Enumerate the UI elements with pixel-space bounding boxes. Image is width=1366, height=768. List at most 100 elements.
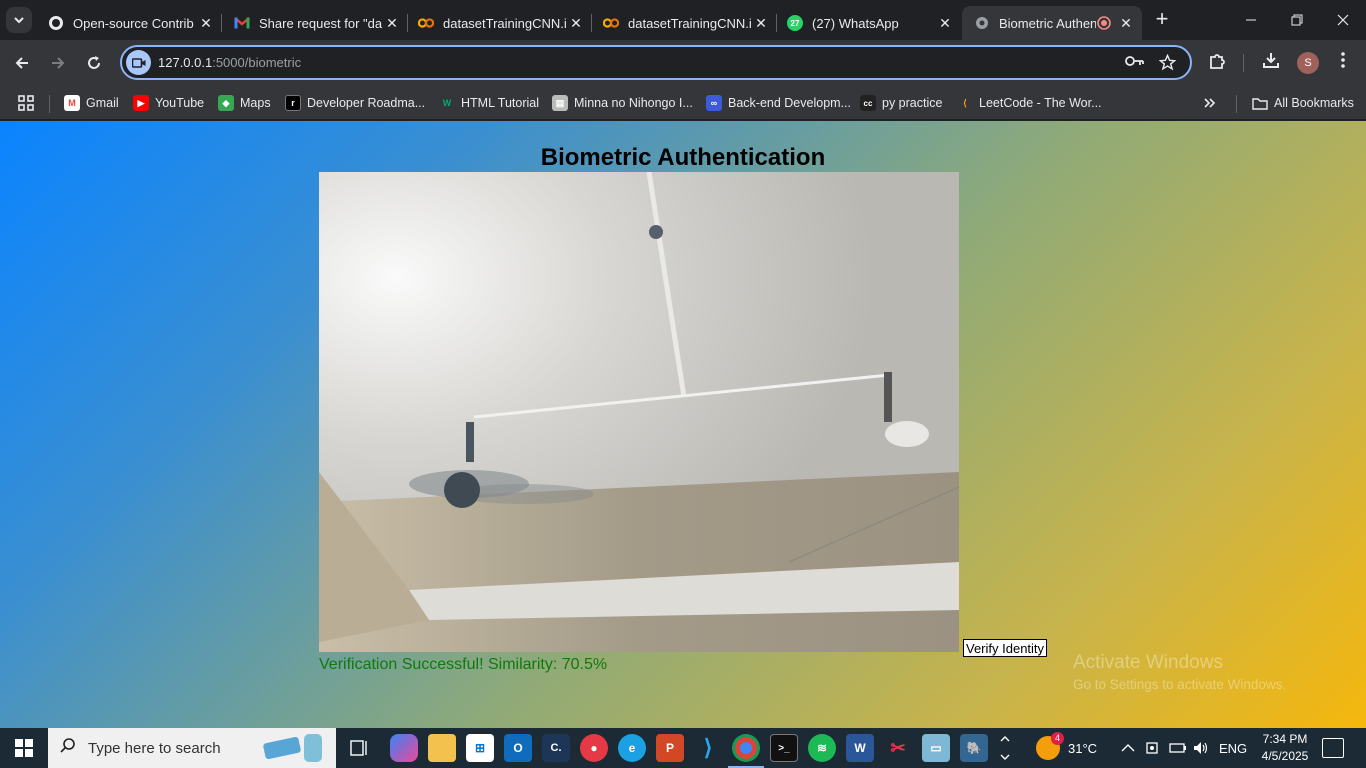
chevron-down-icon xyxy=(14,17,24,24)
extensions-puzzle-icon[interactable] xyxy=(1208,51,1228,76)
tab-title: Open-source Contrib xyxy=(73,15,194,31)
github-icon xyxy=(48,15,64,31)
reload-button[interactable] xyxy=(80,49,108,77)
url-text[interactable]: 127.0.0.1:5000/biometric xyxy=(158,55,301,70)
spotify-icon[interactable]: ≋ xyxy=(808,734,836,762)
forward-button[interactable] xyxy=(44,49,72,77)
windows-taskbar: Type here to search ⊞ O C. ● e P ⟩ >_ ≋ … xyxy=(0,728,1366,768)
bookmark-roadmap[interactable]: r Developer Roadma... xyxy=(285,93,425,113)
copilot-icon[interactable] xyxy=(390,734,418,762)
close-icon[interactable]: ✕ xyxy=(937,15,953,32)
volume-icon[interactable] xyxy=(1193,728,1209,768)
activate-windows-watermark: Activate Windows xyxy=(1073,652,1223,673)
close-icon[interactable]: ✕ xyxy=(198,15,214,32)
close-icon[interactable]: ✕ xyxy=(568,15,584,32)
tab-whatsapp[interactable]: 27 (27) WhatsApp ✕ xyxy=(775,6,961,40)
gmail-icon xyxy=(234,15,250,31)
apps-grid-icon[interactable] xyxy=(18,93,34,113)
close-window-button[interactable] xyxy=(1320,0,1366,40)
more-bookmarks-chevron-icon[interactable] xyxy=(1204,93,1216,113)
windows-logo-icon xyxy=(15,739,33,757)
eclipse-ide-icon[interactable]: C. xyxy=(542,734,570,762)
microsoft-store-icon[interactable]: ⊞ xyxy=(466,734,494,762)
close-icon[interactable]: ✕ xyxy=(1118,15,1134,32)
webcam-video-frame xyxy=(319,172,959,652)
system-clock[interactable]: 7:34 PM 4/5/2025 xyxy=(1257,731,1313,765)
minimize-icon xyxy=(1246,19,1256,21)
bookmarks-divider xyxy=(1236,95,1237,113)
tab-colab-2[interactable]: datasetTrainingCNN.i ✕ xyxy=(591,6,777,40)
bookmark-backend[interactable]: ∞ Back-end Developm... xyxy=(706,93,851,113)
close-icon[interactable]: ✕ xyxy=(753,15,769,32)
bookmark-label: YouTube xyxy=(155,96,205,110)
bookmark-py-practice[interactable]: cc py practice xyxy=(860,93,942,113)
camera-in-use-icon[interactable] xyxy=(126,50,151,75)
bookmark-label: Developer Roadma... xyxy=(307,96,426,110)
bookmark-label: Back-end Developm... xyxy=(728,96,851,110)
password-key-icon[interactable] xyxy=(1125,54,1145,73)
page-content: Biometric Authentication Verify Identity… xyxy=(0,121,1366,728)
tab-share-request[interactable]: Share request for "da ✕ xyxy=(222,6,408,40)
terminal-icon[interactable]: >_ xyxy=(770,734,798,762)
roadmap-icon: r xyxy=(285,95,301,111)
taskbar-scroll-icon[interactable] xyxy=(1000,728,1012,768)
address-bar[interactable]: 127.0.0.1:5000/biometric xyxy=(120,45,1192,80)
youtube-icon: ▶ xyxy=(133,95,149,111)
bookmark-star-icon[interactable] xyxy=(1158,53,1177,76)
tab-search-button[interactable] xyxy=(6,7,32,33)
verify-identity-button[interactable]: Verify Identity xyxy=(963,639,1048,657)
notepad-icon[interactable]: ▭ xyxy=(922,734,950,762)
word-icon[interactable]: W xyxy=(846,734,874,762)
tab-title: datasetTrainingCNN.i xyxy=(628,15,752,31)
all-bookmarks[interactable]: All Bookmarks xyxy=(1252,93,1354,113)
bookmark-label: LeetCode - The Wor... xyxy=(979,96,1102,110)
bookmark-gmail[interactable]: M Gmail xyxy=(64,93,119,113)
tab-title: Share request for "da xyxy=(259,15,383,31)
tab-biometric[interactable]: Biometric Authen ✕ xyxy=(962,6,1142,40)
notification-center-icon[interactable] xyxy=(1322,738,1344,758)
bookmark-label: HTML Tutorial xyxy=(461,96,540,110)
outlook-icon[interactable]: O xyxy=(504,734,532,762)
restore-button[interactable] xyxy=(1274,0,1320,40)
tab-strip: Open-source Contrib ✕ Share request for … xyxy=(0,0,1366,40)
language-indicator[interactable]: ENG xyxy=(1219,728,1247,768)
bookmark-youtube[interactable]: ▶ YouTube xyxy=(133,93,204,113)
back-button[interactable] xyxy=(8,49,36,77)
file-explorer-icon[interactable] xyxy=(428,734,456,762)
menu-kebab-icon[interactable] xyxy=(1340,51,1346,74)
battery-icon[interactable] xyxy=(1169,728,1187,768)
gmail-icon: M xyxy=(64,95,80,111)
bookmark-html-tutorial[interactable]: W HTML Tutorial xyxy=(439,93,539,113)
meet-now-icon[interactable] xyxy=(1145,728,1161,768)
show-hidden-icons[interactable] xyxy=(1121,728,1135,768)
tab-colab-1[interactable]: datasetTrainingCNN.i ✕ xyxy=(406,6,592,40)
whatsapp-icon: 27 xyxy=(787,15,803,31)
close-icon[interactable]: ✕ xyxy=(384,15,400,32)
bookmark-minna[interactable]: ▤ Minna no Nihongo I... xyxy=(552,93,693,113)
minimize-button[interactable] xyxy=(1228,0,1274,40)
profile-avatar[interactable]: S xyxy=(1297,52,1319,74)
weather-widget[interactable]: 4 31°C xyxy=(1036,728,1097,768)
taskbar-search[interactable]: Type here to search xyxy=(48,728,336,768)
new-tab-button[interactable]: + xyxy=(1150,8,1174,32)
search-icon xyxy=(60,737,76,758)
tab-title: datasetTrainingCNN.i xyxy=(443,15,567,31)
bookmark-label: Minna no Nihongo I... xyxy=(574,96,693,110)
task-view-icon[interactable] xyxy=(346,734,374,762)
start-button[interactable] xyxy=(0,728,48,768)
tab-open-source[interactable]: Open-source Contrib ✕ xyxy=(36,6,222,40)
bookmark-label: Maps xyxy=(240,96,271,110)
page-title: Biometric Authentication xyxy=(540,144,826,171)
bookmark-leetcode[interactable]: ⟨ LeetCode - The Wor... xyxy=(957,93,1102,113)
tab-title: Biometric Authen xyxy=(999,15,1096,31)
tab-title: (27) WhatsApp xyxy=(812,15,899,31)
edge-browser-icon[interactable]: e xyxy=(618,734,646,762)
vscode-icon[interactable]: ⟩ xyxy=(694,734,722,762)
chrome-icon[interactable] xyxy=(728,734,764,768)
recorder-icon[interactable]: ● xyxy=(580,734,608,762)
bookmark-maps[interactable]: ◆ Maps xyxy=(218,93,271,113)
downloads-icon[interactable] xyxy=(1262,51,1280,74)
postgres-icon[interactable]: 🐘 xyxy=(960,734,988,762)
snipping-tool-icon[interactable]: ✂ xyxy=(884,734,912,762)
powerpoint-icon[interactable]: P xyxy=(656,734,684,762)
